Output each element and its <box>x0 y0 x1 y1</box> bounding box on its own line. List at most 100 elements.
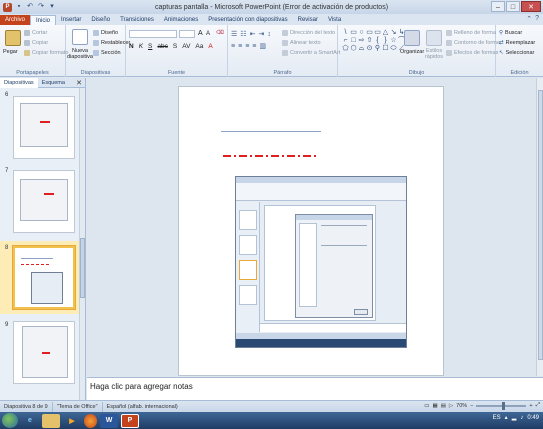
reset-button[interactable]: Restablecer <box>93 40 130 46</box>
tray-expand-icon[interactable]: ▴ <box>505 414 508 421</box>
line-spacing-icon[interactable]: ↕ <box>267 31 271 38</box>
zoom-slider-knob[interactable] <box>502 401 506 410</box>
slide-thumbnail-selected[interactable] <box>13 246 75 309</box>
shape-option[interactable]: { <box>374 37 381 44</box>
new-slide-button[interactable]: Nueva diapositiva <box>66 48 94 60</box>
slide-scrollbar-thumb[interactable] <box>538 90 543 360</box>
start-button[interactable] <box>2 413 18 428</box>
new-slide-icon[interactable] <box>72 29 88 45</box>
tab-diapositivas[interactable]: Diapositivas <box>0 77 38 88</box>
shape-option[interactable]: ○ <box>358 29 365 36</box>
justify-icon[interactable]: ≡ <box>252 43 256 50</box>
shape-option[interactable]: ⬡ <box>350 45 357 52</box>
shape-option[interactable]: □ <box>350 37 357 44</box>
paste-button[interactable]: Pegar <box>3 49 18 55</box>
smartart-button[interactable]: Convertir a SmartArt <box>282 50 340 56</box>
zoom-slider[interactable] <box>476 401 527 410</box>
decrease-indent-icon[interactable]: ⇤ <box>250 30 256 38</box>
ie-icon[interactable]: e <box>21 414 39 428</box>
shape-option[interactable]: ⌐ <box>342 37 349 44</box>
shape-option[interactable]: ⇨ <box>358 37 365 44</box>
align-right-icon[interactable]: ≡ <box>245 43 249 50</box>
shape-fill-button[interactable]: Relleno de forma <box>446 30 496 36</box>
tab-presentacion[interactable]: Presentación con diapositivas <box>203 15 292 25</box>
bold-button[interactable]: N <box>129 43 134 50</box>
fit-slide-icon[interactable]: ⤢ <box>536 402 540 409</box>
tab-vista[interactable]: Vista <box>323 15 346 25</box>
notes-pane[interactable]: Haga clic para agregar notas <box>87 377 543 400</box>
shape-option[interactable]: ↘ <box>390 29 397 36</box>
current-slide[interactable] <box>178 86 444 376</box>
embedded-screenshot[interactable] <box>235 176 407 348</box>
tab-insertar[interactable]: Insertar <box>56 15 86 25</box>
firefox-icon[interactable] <box>84 413 97 428</box>
clear-format-icon[interactable]: ⌫ <box>216 30 224 36</box>
clock[interactable]: 0:49 <box>527 415 539 421</box>
tab-animaciones[interactable]: Animaciones <box>159 15 203 25</box>
slide-thumbnail[interactable] <box>13 170 75 233</box>
text-direction-button[interactable]: Dirección del texto <box>282 30 335 36</box>
tab-esquema[interactable]: Esquema <box>38 78 69 88</box>
red-dash-dot-line[interactable] <box>223 155 319 157</box>
powerpoint-icon[interactable]: P <box>3 2 12 12</box>
language-indicator[interactable]: Español (alfab. internacional) <box>103 402 182 412</box>
powerpoint-icon[interactable]: P <box>121 413 139 428</box>
font-color-button[interactable]: A <box>208 43 212 50</box>
redo-icon[interactable]: ↷ <box>37 3 45 11</box>
maximize-button[interactable]: □ <box>506 1 520 12</box>
reading-view-icon[interactable]: ▤ <box>441 403 446 409</box>
theme-name[interactable]: "Tema de Office" <box>53 401 103 412</box>
arrange-icon[interactable] <box>404 30 420 46</box>
quick-styles-icon[interactable] <box>426 30 442 46</box>
close-button[interactable]: ✕ <box>521 1 541 12</box>
grow-font-button[interactable]: A <box>198 30 203 37</box>
tab-diseno[interactable]: Diseño <box>86 15 115 25</box>
shapes-gallery[interactable]: \ ▭ ○ ▭ ▭ △ ↘ ↳ ⌐ □ ⇨ ⇧{} ☆ ⌒ ⬠ ⬡ ⌓ ⊙ ⚲ ☐ ⬭ ⟋ <box>342 29 405 52</box>
shape-option[interactable]: ⇧ <box>366 37 373 44</box>
format-painter-button[interactable]: Copiar formato <box>24 50 68 56</box>
align-left-icon[interactable]: ≡ <box>231 43 235 50</box>
slide-thumbnail[interactable] <box>13 321 75 384</box>
case-button[interactable]: Aa <box>195 43 203 50</box>
tab-inicio[interactable]: Inicio <box>30 15 57 25</box>
media-icon[interactable]: ▶ <box>63 414 81 428</box>
align-center-icon[interactable]: ≡ <box>238 43 242 50</box>
help-icon[interactable]: ? <box>535 15 539 23</box>
italic-button[interactable]: K <box>139 43 143 50</box>
slide-scrollbar[interactable] <box>536 78 543 376</box>
normal-view-icon[interactable]: ▭ <box>424 403 429 409</box>
shape-effects-button[interactable]: Efectos de formas <box>446 50 498 56</box>
copy-button[interactable]: Copiar <box>24 40 48 46</box>
replace-button[interactable]: ⇄ Reemplazar <box>499 40 535 46</box>
sorter-view-icon[interactable]: ▦ <box>433 403 438 409</box>
shape-outline-button[interactable]: Contorno de forma <box>446 40 500 46</box>
shape-option[interactable]: ▭ <box>350 29 357 36</box>
shape-option[interactable]: ⚲ <box>374 45 381 52</box>
close-pane-icon[interactable]: ✕ <box>76 79 82 87</box>
tab-revisar[interactable]: Revisar <box>293 15 323 25</box>
font-name-box[interactable] <box>129 30 177 38</box>
pane-scrollbar[interactable] <box>79 88 85 400</box>
volume-icon[interactable]: ♪ <box>520 415 523 421</box>
shrink-font-button[interactable]: A <box>206 31 210 37</box>
font-size-box[interactable] <box>179 30 195 38</box>
shape-option[interactable]: ⬠ <box>342 45 349 52</box>
slideshow-view-icon[interactable]: ▷ <box>449 403 453 409</box>
save-icon[interactable]: ▪ <box>15 3 23 11</box>
find-button[interactable]: ⚲ Buscar <box>499 30 522 36</box>
align-text-button[interactable]: Alinear texto <box>282 40 321 46</box>
notes-placeholder[interactable]: Haga clic para agregar notas <box>90 382 193 391</box>
dropdown-icon[interactable]: ▾ <box>48 3 56 11</box>
shape-option[interactable]: ▭ <box>374 29 381 36</box>
shape-option[interactable]: △ <box>382 29 389 36</box>
underline-button[interactable]: S <box>148 43 152 50</box>
strikethrough-button[interactable]: abc <box>157 43 167 50</box>
zoom-in-icon[interactable]: + <box>529 403 532 409</box>
word-icon[interactable]: W <box>100 413 118 428</box>
spacing-button[interactable]: AV <box>182 43 190 50</box>
explorer-icon[interactable] <box>42 413 60 428</box>
slide-thumbnail[interactable] <box>13 96 75 159</box>
shape-option[interactable]: ☐ <box>382 45 389 52</box>
pane-scrollbar-thumb[interactable] <box>80 238 85 298</box>
shape-option[interactable]: ▭ <box>366 29 373 36</box>
